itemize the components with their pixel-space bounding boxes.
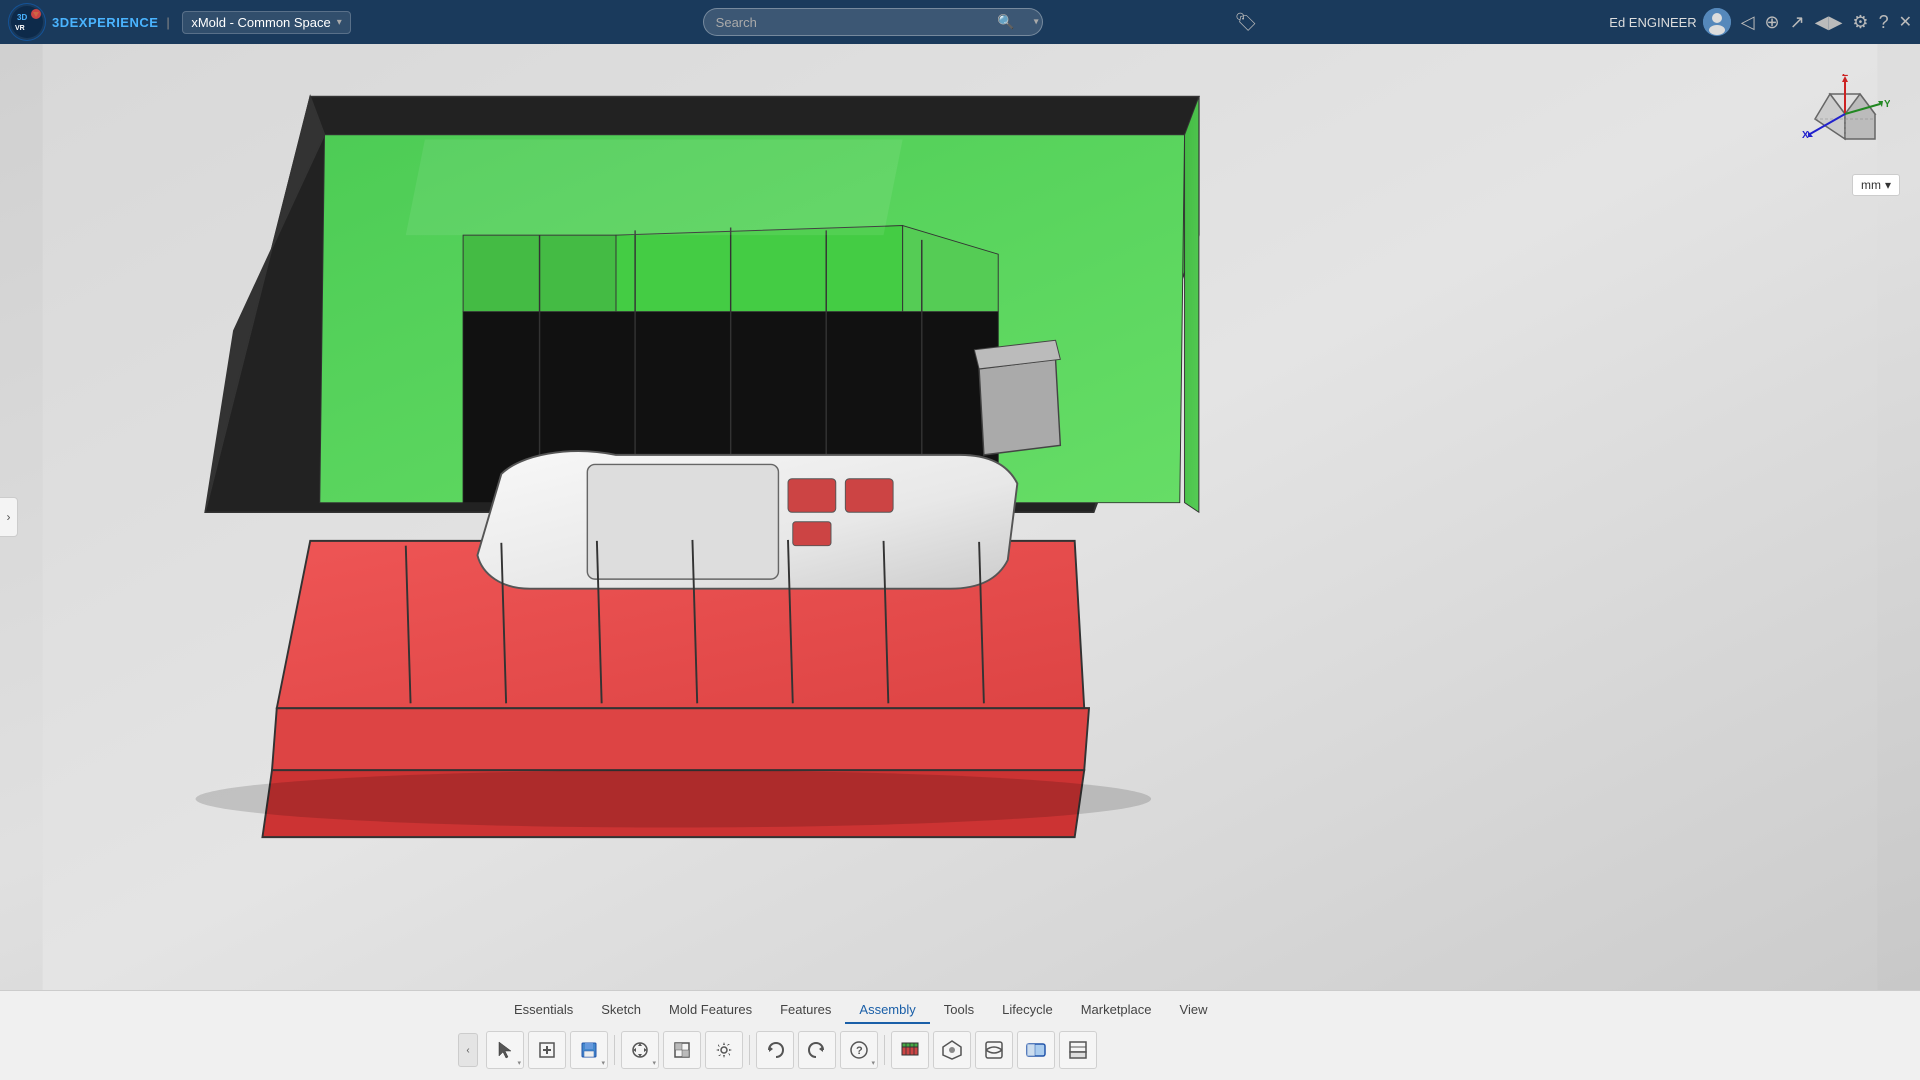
space-chevron-icon: ▾ xyxy=(337,17,342,28)
undo-tool[interactable] xyxy=(756,1031,794,1069)
space-selector[interactable]: xMold - Common Space ▾ xyxy=(182,11,350,34)
tab-assembly[interactable]: Assembly xyxy=(845,997,929,1024)
section-tool[interactable] xyxy=(663,1031,701,1069)
svg-text:VR: VR xyxy=(15,25,25,32)
mold-tool-4[interactable] xyxy=(1017,1031,1055,1069)
viewport[interactable]: › Z Y X mm ▾ xyxy=(0,44,1920,990)
separator-3 xyxy=(884,1035,885,1065)
add-icon[interactable]: ⊕ xyxy=(1765,12,1780,33)
user-info: Ed ENGINEER xyxy=(1609,8,1730,36)
3d-scene xyxy=(0,44,1920,990)
tab-mold-features[interactable]: Mold Features xyxy=(655,997,766,1024)
unit-selector[interactable]: mm ▾ xyxy=(1852,174,1900,196)
svg-text:?: ? xyxy=(856,1045,863,1057)
tab-sketch[interactable]: Sketch xyxy=(587,997,655,1024)
app-icon[interactable]: 3D VR xyxy=(8,3,46,41)
tab-tools[interactable]: Tools xyxy=(930,997,988,1024)
unit-value: mm xyxy=(1861,178,1881,192)
collaborate-icon[interactable]: ◀▶ xyxy=(1815,12,1843,33)
mold-tool-1[interactable] xyxy=(891,1031,929,1069)
bottom-toolbar: Essentials Sketch Mold Features Features… xyxy=(0,990,1920,1080)
settings-tool[interactable] xyxy=(705,1031,743,1069)
tab-bar: Essentials Sketch Mold Features Features… xyxy=(0,991,1920,1025)
pointer-tool[interactable]: ▾ xyxy=(486,1031,524,1069)
share-icon[interactable]: ↗ xyxy=(1790,12,1805,33)
search-input[interactable] xyxy=(703,8,1043,36)
separator-1 xyxy=(614,1035,615,1065)
toolbar-scroll-left[interactable]: ‹ xyxy=(458,1033,478,1067)
right-toolbar: Ed ENGINEER ◁ ⊕ ↗ ◀▶ ⚙ ? ✕ xyxy=(1609,8,1912,36)
search-dropdown-button[interactable]: ▾ xyxy=(1034,17,1039,28)
brand-logo: 3DEXPERIENCE | xyxy=(52,15,176,30)
close-icon[interactable]: ✕ xyxy=(1899,12,1912,32)
bookmark-icon[interactable]: 🏷 xyxy=(1235,12,1258,33)
mold-tool-3[interactable] xyxy=(975,1031,1013,1069)
redo-tool[interactable] xyxy=(798,1031,836,1069)
space-name: xMold - Common Space xyxy=(191,15,330,30)
help-icon[interactable]: ? xyxy=(1879,12,1889,33)
svg-text:3D: 3D xyxy=(17,13,27,22)
search-bar: 🔍 ▾ xyxy=(703,8,1043,36)
axis-indicator: Z Y X xyxy=(1800,74,1890,164)
help-tool[interactable]: ? ▾ xyxy=(840,1031,878,1069)
user-avatar[interactable] xyxy=(1703,8,1731,36)
notifications-icon[interactable]: ◁ xyxy=(1741,12,1755,33)
svg-text:Z: Z xyxy=(1842,74,1848,79)
left-panel-toggle[interactable]: › xyxy=(0,497,18,537)
tab-lifecycle[interactable]: Lifecycle xyxy=(988,997,1067,1024)
tab-marketplace[interactable]: Marketplace xyxy=(1067,997,1166,1024)
icon-toolbar: ‹ ▾ ▾ xyxy=(0,1025,1920,1075)
separator-2 xyxy=(749,1035,750,1065)
tab-essentials[interactable]: Essentials xyxy=(500,997,587,1024)
svg-text:Y: Y xyxy=(1884,99,1890,110)
search-button[interactable]: 🔍 xyxy=(997,14,1014,31)
insert-tool[interactable] xyxy=(528,1031,566,1069)
save-tool[interactable]: ▾ xyxy=(570,1031,608,1069)
tab-view[interactable]: View xyxy=(1166,997,1222,1024)
tab-features[interactable]: Features xyxy=(766,997,845,1024)
svg-text:X: X xyxy=(1802,130,1809,141)
tools-icon[interactable]: ⚙ xyxy=(1852,12,1868,33)
top-toolbar: 3D VR 3DEXPERIENCE | xMold - Common Spac… xyxy=(0,0,1920,44)
mold-tool-2[interactable] xyxy=(933,1031,971,1069)
transform-tool[interactable]: ▾ xyxy=(621,1031,659,1069)
user-label: Ed ENGINEER xyxy=(1609,15,1696,30)
unit-dropdown-icon: ▾ xyxy=(1885,178,1891,192)
mold-tool-5[interactable] xyxy=(1059,1031,1097,1069)
